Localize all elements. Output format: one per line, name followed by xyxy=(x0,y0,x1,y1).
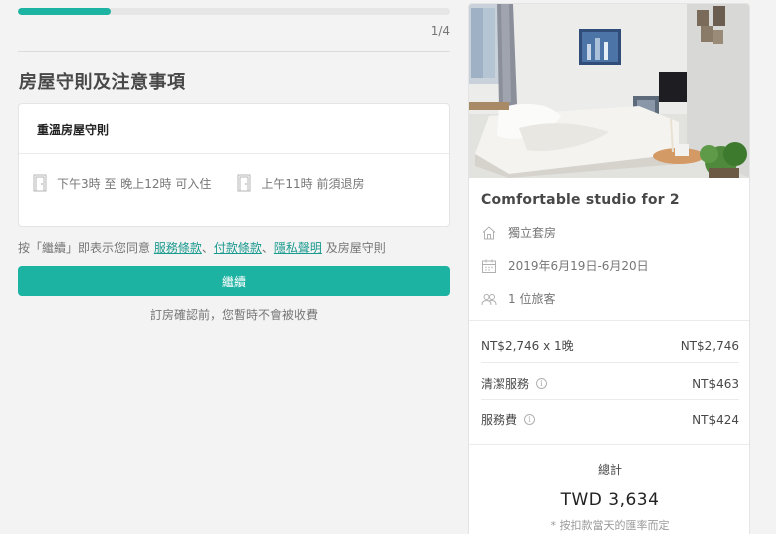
people-icon xyxy=(481,293,497,305)
service-fee-label: 服務費 xyxy=(481,413,518,427)
continue-button[interactable]: 繼續 xyxy=(18,266,450,296)
listing-title: Comfortable studio for 2 xyxy=(481,192,680,208)
divider xyxy=(469,444,749,445)
cleaning-fee-row: 清潔服務 i NT$463 xyxy=(481,375,739,392)
door-icon xyxy=(33,174,47,192)
page-title: 房屋守則及注意事項 xyxy=(19,72,186,93)
progress-bar-fill xyxy=(18,8,111,15)
no-charge-note: 訂房確認前，您暫時不會被收費 xyxy=(149,308,318,322)
total-amount: TWD 3,634 xyxy=(560,490,660,510)
room-type-text: 獨立套房 xyxy=(508,226,557,240)
listing-photo-image xyxy=(469,4,749,178)
service-fee-label-group: 服務費 i xyxy=(481,411,536,428)
dates-row: 2019年6月19日-6月20日 xyxy=(481,257,649,274)
cleaning-fee-label-group: 清潔服務 i xyxy=(481,375,548,392)
progress-bar xyxy=(18,8,450,15)
payment-terms-link[interactable]: 付款條款 xyxy=(214,241,262,255)
total-label: 總計 xyxy=(597,463,622,477)
nightly-price-row: NT$2,746 x 1晚 NT$2,746 xyxy=(481,337,739,354)
cleaning-fee-label: 清潔服務 xyxy=(481,377,530,391)
divider xyxy=(481,362,739,363)
door-icon xyxy=(237,174,251,192)
info-icon[interactable]: i xyxy=(524,414,536,425)
agreement-suffix: 及房屋守則 xyxy=(321,241,386,255)
house-rules-header: 重溫房屋守則 xyxy=(19,104,449,154)
agreement-text: 按「繼續」即表示您同意 服務條款、付款條款、隱私聲明 及房屋守則 xyxy=(18,239,386,256)
divider xyxy=(18,51,450,52)
listing-photo[interactable] xyxy=(469,4,749,178)
service-fee-amount: NT$424 xyxy=(692,412,739,427)
step-counter: 1/4 xyxy=(430,24,450,38)
booking-summary-card: Comfortable studio for 2 獨立套房 2019年6月19日… xyxy=(468,3,750,534)
nightly-price-amount: NT$2,746 xyxy=(680,338,739,353)
guests-row: 1 位旅客 xyxy=(481,290,555,307)
nightly-price-label: NT$2,746 x 1晚 xyxy=(481,339,574,353)
house-rules-row: 下午3時 至 晚上12時 可入住 上午11時 前須退房 xyxy=(19,154,449,192)
agreement-prefix: 按「繼續」即表示您同意 xyxy=(18,241,154,255)
house-rules-card: 重溫房屋守則 下午3時 至 晚上12時 可入住 上午11時 前須退房 xyxy=(18,103,450,227)
checkout-rule: 上午11時 前須退房 xyxy=(237,174,364,192)
room-type-row: 獨立套房 xyxy=(481,224,556,241)
checkin-rule: 下午3時 至 晚上12時 可入住 xyxy=(33,174,211,192)
divider xyxy=(481,399,739,400)
info-icon[interactable]: i xyxy=(536,378,548,389)
divider xyxy=(469,320,749,321)
house-icon xyxy=(482,225,496,239)
total-note: * 按扣款當天的匯率而定 xyxy=(550,519,670,532)
guests-text: 1 位旅客 xyxy=(508,292,556,306)
cleaning-fee-amount: NT$463 xyxy=(692,376,739,391)
privacy-policy-link[interactable]: 隱私聲明 xyxy=(274,241,322,255)
dates-text: 2019年6月19日-6月20日 xyxy=(508,259,649,273)
terms-of-service-link[interactable]: 服務條款 xyxy=(154,241,202,255)
agreement-separator: 、 xyxy=(261,241,274,255)
agreement-separator: 、 xyxy=(201,241,214,255)
checkin-text: 下午3時 至 晚上12時 可入住 xyxy=(57,176,212,191)
service-fee-row: 服務費 i NT$424 xyxy=(481,411,739,428)
checkout-text: 上午11時 前須退房 xyxy=(261,176,365,191)
calendar-icon xyxy=(482,259,496,273)
